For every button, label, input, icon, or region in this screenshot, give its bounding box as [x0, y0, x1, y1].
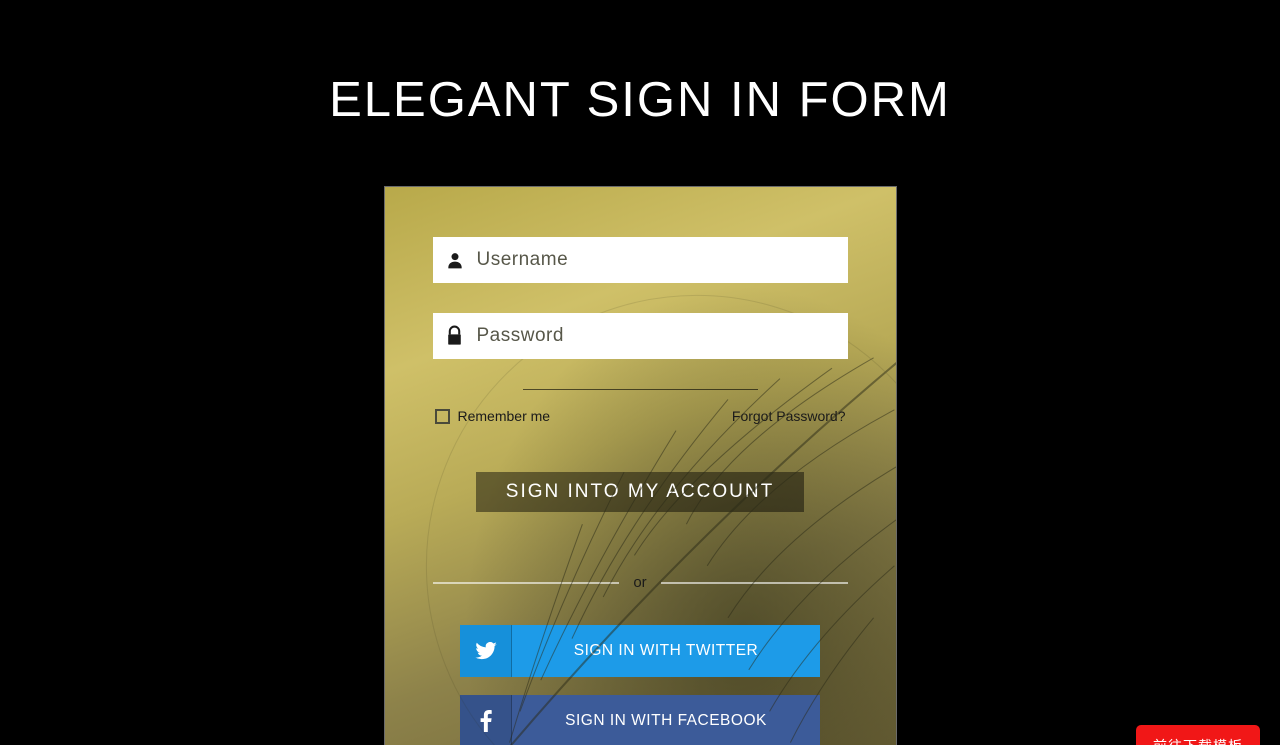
forgot-password-link[interactable]: Forgot Password? [732, 408, 846, 424]
remember-label: Remember me [458, 408, 551, 424]
checkbox-icon [435, 409, 450, 424]
or-label: or [633, 574, 646, 591]
password-field [433, 313, 848, 359]
username-input[interactable] [477, 237, 848, 283]
signin-button[interactable]: SIGN INTO MY ACCOUNT [476, 472, 804, 512]
divider [523, 389, 758, 390]
facebook-label: SIGN IN WITH FACEBOOK [512, 695, 820, 745]
lock-icon [433, 325, 477, 347]
page-title: ELEGANT SIGN IN FORM [0, 72, 1280, 128]
username-field [433, 237, 848, 283]
twitter-icon [460, 625, 512, 677]
twitter-label: SIGN IN WITH TWITTER [512, 625, 820, 677]
password-input[interactable] [477, 313, 848, 359]
remember-me[interactable]: Remember me [435, 408, 551, 424]
facebook-signin-button[interactable]: SIGN IN WITH FACEBOOK [460, 695, 820, 745]
or-divider: or [433, 574, 848, 591]
download-template-button[interactable]: 前往下载模板 [1136, 725, 1260, 745]
twitter-signin-button[interactable]: SIGN IN WITH TWITTER [460, 625, 820, 677]
signin-card: Remember me Forgot Password? SIGN INTO M… [384, 186, 897, 745]
facebook-icon [460, 695, 512, 745]
user-icon [433, 250, 477, 270]
options-row: Remember me Forgot Password? [433, 408, 848, 424]
